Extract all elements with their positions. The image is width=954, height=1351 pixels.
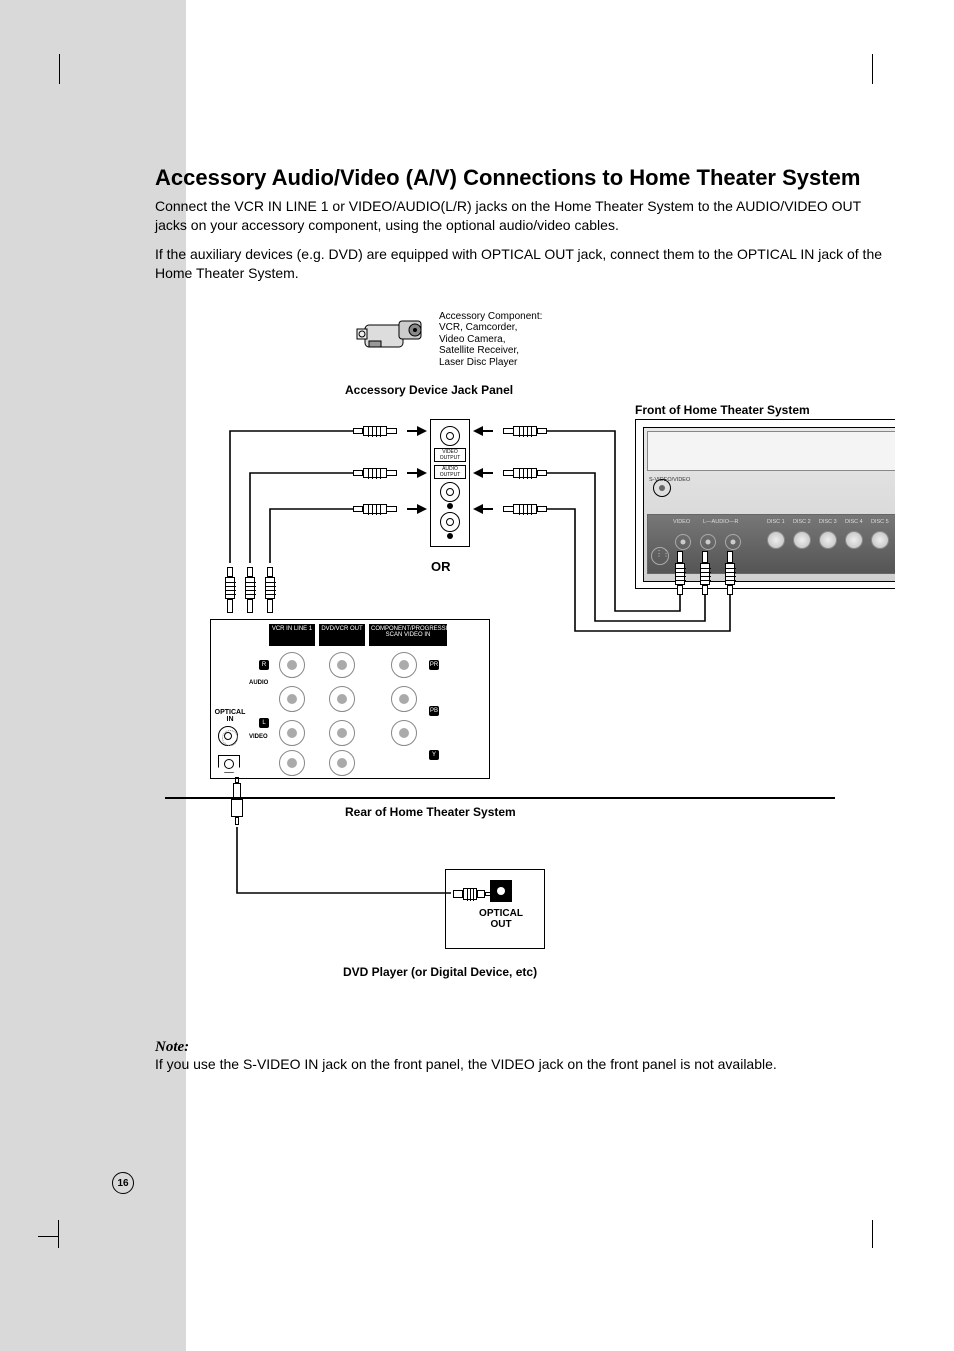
optical-out-label: OPTICAL OUT bbox=[476, 908, 526, 930]
page: Accessory Audio/Video (A/V) Connections … bbox=[0, 0, 954, 1351]
rear-system-label: Rear of Home Theater System bbox=[345, 805, 516, 819]
front-audio-l-jack-icon bbox=[700, 534, 716, 550]
rear-col3-label: COMPONENT/PROGRESSIVE SCAN VIDEO IN bbox=[369, 624, 447, 646]
disc3-label: DISC 3 bbox=[819, 519, 837, 525]
toslink-jack-icon bbox=[218, 755, 240, 773]
rca-plug-icon bbox=[353, 424, 409, 438]
accessory-panel-label: Accessory Device Jack Panel bbox=[345, 383, 513, 397]
arrow-left-icon bbox=[473, 468, 493, 478]
pb-mark: PB bbox=[429, 706, 439, 716]
y-mark: Y bbox=[429, 750, 439, 760]
optical-plug-vertical-icon bbox=[231, 777, 243, 827]
front-audio-lr-label: L—AUDIO—R bbox=[703, 519, 738, 525]
crop-mark-top-right bbox=[872, 54, 873, 84]
optical-in-label: OPTICAL IN bbox=[213, 709, 247, 723]
crop-mark-top-left bbox=[48, 54, 60, 84]
audio-text: AUDIO bbox=[249, 680, 268, 686]
disc-icon bbox=[793, 531, 811, 549]
accessory-component-block: Accessory Component: VCR, Camcorder, Vid… bbox=[355, 311, 655, 355]
rca-plug-icon bbox=[491, 466, 547, 480]
front-video-label: VIDEO bbox=[673, 519, 690, 525]
note-body: If you use the S-VIDEO IN jack on the fr… bbox=[155, 1056, 895, 1072]
page-number: 16 bbox=[112, 1172, 134, 1194]
svideo-video-label: S-VIDEO/VIDEO bbox=[649, 477, 690, 483]
rca-jack-icon bbox=[329, 750, 355, 776]
accessory-jack-panel: VIDEO OUTPUT AUDIO OUTPUT bbox=[430, 419, 470, 547]
l-mark: L bbox=[259, 718, 269, 728]
crop-mark-bottom-left-h bbox=[38, 1236, 58, 1237]
rca-jack-icon bbox=[391, 720, 417, 746]
r-mark: R bbox=[259, 660, 269, 670]
audio-output-label: AUDIO OUTPUT bbox=[434, 465, 466, 479]
rca-plug-icon bbox=[353, 466, 409, 480]
rca-plug-vertical-icon bbox=[224, 563, 236, 613]
video-output-jack-icon bbox=[440, 426, 460, 446]
disc-icon bbox=[819, 531, 837, 549]
audio-r-jack-icon bbox=[440, 482, 460, 502]
disc-icon bbox=[845, 531, 863, 549]
rca-jack-icon bbox=[329, 720, 355, 746]
disc1-label: DISC 1 bbox=[767, 519, 785, 525]
audio-l-jack-icon bbox=[440, 512, 460, 532]
diagram-divider bbox=[165, 797, 835, 799]
rca-jack-icon bbox=[279, 686, 305, 712]
rca-jack-icon bbox=[279, 652, 305, 678]
rca-jack-icon bbox=[391, 652, 417, 678]
rca-plug-icon bbox=[491, 502, 547, 516]
rca-plug-vertical-icon bbox=[724, 551, 736, 597]
dvd-optical-box: OPTICAL OUT bbox=[445, 869, 545, 949]
note-section: Note: If you use the S-VIDEO IN jack on … bbox=[155, 1039, 895, 1072]
or-label: OR bbox=[431, 559, 451, 574]
crop-mark-bottom-left-v bbox=[58, 1220, 59, 1248]
dvd-player-label: DVD Player (or Digital Device, etc) bbox=[343, 965, 537, 979]
rca-plug-vertical-icon bbox=[264, 563, 276, 613]
video-text: VIDEO bbox=[249, 734, 268, 740]
disc-icon bbox=[871, 531, 889, 549]
crop-mark-bottom-right bbox=[872, 1220, 873, 1248]
r-dot-icon bbox=[447, 503, 453, 509]
section-title: Accessory Audio/Video (A/V) Connections … bbox=[155, 165, 895, 191]
l-dot-icon bbox=[447, 533, 453, 539]
rca-jack-icon bbox=[391, 686, 417, 712]
rear-panel: VCR IN LINE 1 DVD/VCR OUT COMPONENT/PROG… bbox=[210, 619, 490, 779]
disc5-label: DISC 5 bbox=[871, 519, 889, 525]
disc-icon bbox=[767, 531, 785, 549]
note-heading: Note: bbox=[155, 1039, 895, 1056]
rca-plug-vertical-icon bbox=[674, 551, 686, 597]
arrow-left-icon bbox=[473, 504, 493, 514]
rca-jack-icon bbox=[279, 720, 305, 746]
front-video-jack-icon bbox=[675, 534, 691, 550]
rca-plug-vertical-icon bbox=[699, 551, 711, 597]
rca-plug-icon bbox=[491, 424, 547, 438]
intro-paragraph-1: Connect the VCR IN LINE 1 or VIDEO/AUDIO… bbox=[155, 197, 895, 235]
rca-plug-icon bbox=[353, 502, 409, 516]
disc2-label: DISC 2 bbox=[793, 519, 811, 525]
front-audio-r-jack-icon bbox=[725, 534, 741, 550]
rca-jack-icon bbox=[279, 750, 305, 776]
arrow-right-icon bbox=[407, 504, 427, 514]
accessory-component-text: Accessory Component: VCR, Camcorder, Vid… bbox=[439, 311, 599, 369]
arrow-right-icon bbox=[407, 468, 427, 478]
arrow-right-icon bbox=[407, 426, 427, 436]
optical-out-jack-icon bbox=[490, 880, 512, 902]
rca-plug-vertical-icon bbox=[244, 563, 256, 613]
rca-jack-icon bbox=[329, 652, 355, 678]
video-output-label: VIDEO OUTPUT bbox=[434, 448, 466, 462]
content-column: Accessory Audio/Video (A/V) Connections … bbox=[155, 165, 895, 1072]
optical-in-jack-icon bbox=[218, 726, 238, 746]
intro-paragraph-2: If the auxiliary devices (e.g. DVD) are … bbox=[155, 245, 895, 283]
rear-col2-label: DVD/VCR OUT bbox=[319, 624, 365, 646]
svideo-jack-icon bbox=[651, 547, 669, 565]
pr-mark: PR bbox=[429, 660, 439, 670]
rca-jack-icon bbox=[329, 686, 355, 712]
disc4-label: DISC 4 bbox=[845, 519, 863, 525]
camcorder-icon bbox=[355, 311, 425, 355]
connection-diagram: Accessory Component: VCR, Camcorder, Vid… bbox=[155, 311, 895, 1011]
arrow-left-icon bbox=[473, 426, 493, 436]
rear-col1-label: VCR IN LINE 1 bbox=[269, 624, 315, 646]
front-system-label: Front of Home Theater System bbox=[635, 403, 810, 417]
